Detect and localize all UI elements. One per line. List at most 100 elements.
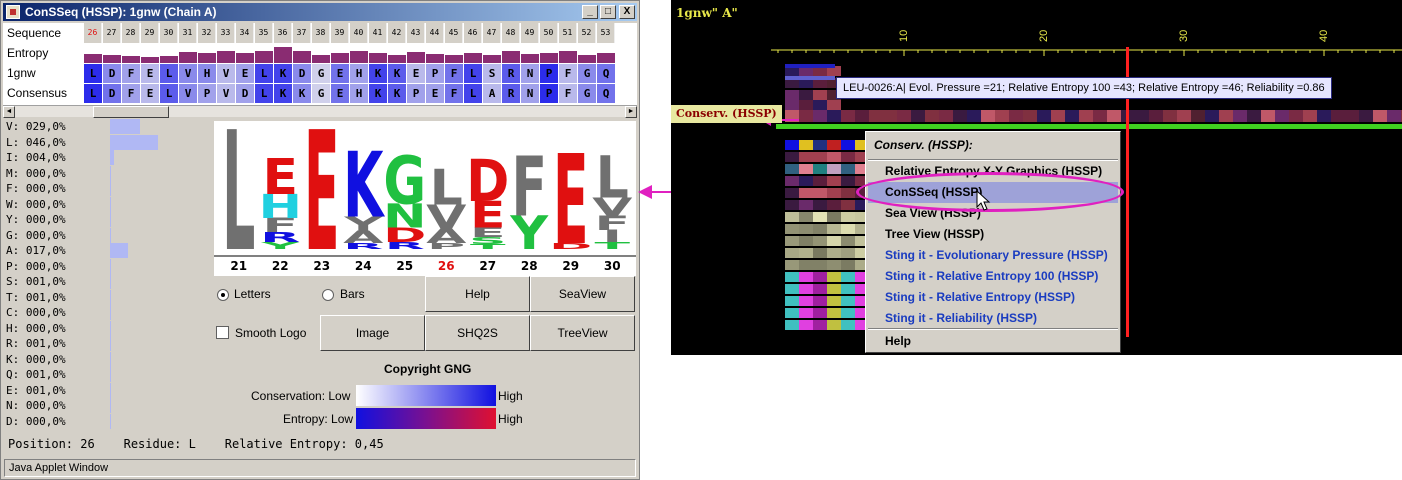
minimize-button[interactable]: _ (582, 5, 598, 19)
sequence-number[interactable]: 39 (331, 23, 349, 43)
bars-label[interactable]: Bars (340, 287, 365, 301)
sequence-number[interactable]: 41 (369, 23, 387, 43)
sequence-number[interactable]: 35 (255, 23, 273, 43)
sequence-number[interactable]: 36 (274, 23, 292, 43)
sequence-number[interactable]: 31 (179, 23, 197, 43)
smooth-logo-checkbox[interactable] (216, 326, 229, 339)
consensus-residue[interactable]: D (103, 84, 121, 103)
shq2s-button[interactable]: SHQ2S (425, 315, 530, 351)
1gnw-residue[interactable]: Q (597, 64, 615, 83)
1gnw-residue[interactable]: V (179, 64, 197, 83)
consensus-residue[interactable]: P (198, 84, 216, 103)
menu-item[interactable]: Sting it - Relative Entropy 100 (HSSP) (868, 266, 1118, 287)
sequence-number[interactable]: 38 (312, 23, 330, 43)
consensus-residue[interactable]: P (407, 84, 425, 103)
sequence-number[interactable]: 43 (407, 23, 425, 43)
smooth-logo-label[interactable]: Smooth Logo (235, 326, 306, 340)
sequence-number[interactable]: 44 (426, 23, 444, 43)
1gnw-residue[interactable]: K (274, 64, 292, 83)
consensus-residue[interactable]: K (369, 84, 387, 103)
consensus-residue[interactable]: Q (597, 84, 615, 103)
1gnw-residue[interactable]: L (84, 64, 102, 83)
consensus-residue[interactable]: K (388, 84, 406, 103)
consensus-residue[interactable]: L (255, 84, 273, 103)
sequence-number[interactable]: 32 (198, 23, 216, 43)
1gnw-residue[interactable]: P (426, 64, 444, 83)
consensus-residue[interactable]: V (179, 84, 197, 103)
structure-viewer[interactable]: 1gnw" A" 10 20 30 40 LEU-0026:A| Evol. Pres… (671, 0, 1402, 355)
horizontal-scrollbar[interactable]: ◄ ► (3, 105, 637, 118)
sequence-number[interactable]: 42 (388, 23, 406, 43)
consensus-residue[interactable]: G (578, 84, 596, 103)
consensus-residue[interactable]: A (483, 84, 501, 103)
consensus-residue[interactable]: L (464, 84, 482, 103)
title-bar[interactable]: ConSSeq (HSSP): 1gnw (Chain A) _ □ X (3, 3, 637, 21)
1gnw-residue[interactable]: F (445, 64, 463, 83)
image-button[interactable]: Image (320, 315, 425, 351)
1gnw-residue[interactable]: F (122, 64, 140, 83)
1gnw-residue[interactable]: E (236, 64, 254, 83)
letters-radio[interactable] (217, 289, 229, 301)
menu-item[interactable]: Sting it - Evolutionary Pressure (HSSP) (868, 245, 1118, 266)
menu-item[interactable]: Sting it - Relative Entropy (HSSP) (868, 287, 1118, 308)
consensus-residue[interactable]: K (293, 84, 311, 103)
letters-label[interactable]: Letters (234, 287, 271, 301)
scroll-right-arrow-icon[interactable]: ► (625, 106, 637, 118)
consensus-residue[interactable]: D (236, 84, 254, 103)
sequence-number[interactable]: 40 (350, 23, 368, 43)
sequence-number[interactable]: 48 (502, 23, 520, 43)
1gnw-residue[interactable]: L (160, 64, 178, 83)
sequence-number[interactable]: 51 (559, 23, 577, 43)
1gnw-residue[interactable]: R (502, 64, 520, 83)
1gnw-residue[interactable]: F (559, 64, 577, 83)
sequence-number[interactable]: 53 (597, 23, 615, 43)
1gnw-residue[interactable]: K (369, 64, 387, 83)
1gnw-residue[interactable]: G (578, 64, 596, 83)
1gnw-residue[interactable]: N (521, 64, 539, 83)
sequence-number[interactable]: 27 (103, 23, 121, 43)
bars-radio[interactable] (322, 289, 334, 301)
sequence-number[interactable]: 50 (540, 23, 558, 43)
treeview-button[interactable]: TreeView (530, 315, 635, 351)
consensus-residue[interactable]: F (445, 84, 463, 103)
1gnw-residue[interactable]: H (350, 64, 368, 83)
consensus-residue[interactable]: R (502, 84, 520, 103)
consensus-residue[interactable]: H (350, 84, 368, 103)
sequence-number[interactable]: 33 (217, 23, 235, 43)
sequence-number[interactable]: 26 (84, 23, 102, 43)
sequence-number[interactable]: 30 (160, 23, 178, 43)
consensus-residue[interactable]: N (521, 84, 539, 103)
1gnw-residue[interactable]: L (255, 64, 273, 83)
1gnw-residue[interactable]: D (293, 64, 311, 83)
scroll-left-arrow-icon[interactable]: ◄ (3, 106, 15, 118)
1gnw-residue[interactable]: E (407, 64, 425, 83)
consensus-residue[interactable]: F (122, 84, 140, 103)
help-button[interactable]: Help (425, 276, 530, 312)
maximize-button[interactable]: □ (600, 5, 616, 19)
1gnw-residue[interactable]: P (540, 64, 558, 83)
sequence-number[interactable]: 37 (293, 23, 311, 43)
sequence-number[interactable]: 29 (141, 23, 159, 43)
1gnw-residue[interactable]: S (483, 64, 501, 83)
consensus-residue[interactable]: E (331, 84, 349, 103)
scrollbar-thumb[interactable] (93, 106, 169, 118)
consensus-residue[interactable]: E (426, 84, 444, 103)
1gnw-residue[interactable]: H (198, 64, 216, 83)
consensus-residue[interactable]: P (540, 84, 558, 103)
1gnw-residue[interactable]: E (141, 64, 159, 83)
1gnw-residue[interactable]: E (331, 64, 349, 83)
sequence-number[interactable]: 49 (521, 23, 539, 43)
consensus-residue[interactable]: V (217, 84, 235, 103)
sequence-number[interactable]: 52 (578, 23, 596, 43)
sequence-number[interactable]: 28 (122, 23, 140, 43)
menu-item[interactable]: Tree View (HSSP) (868, 224, 1118, 245)
menu-item-help[interactable]: Help (868, 331, 1118, 352)
consensus-residue[interactable]: E (141, 84, 159, 103)
1gnw-residue[interactable]: K (388, 64, 406, 83)
1gnw-residue[interactable]: V (217, 64, 235, 83)
consensus-residue[interactable]: G (312, 84, 330, 103)
1gnw-residue[interactable]: G (312, 64, 330, 83)
sequence-number[interactable]: 34 (236, 23, 254, 43)
consensus-residue[interactable]: F (559, 84, 577, 103)
seaview-button[interactable]: SeaView (530, 276, 635, 312)
